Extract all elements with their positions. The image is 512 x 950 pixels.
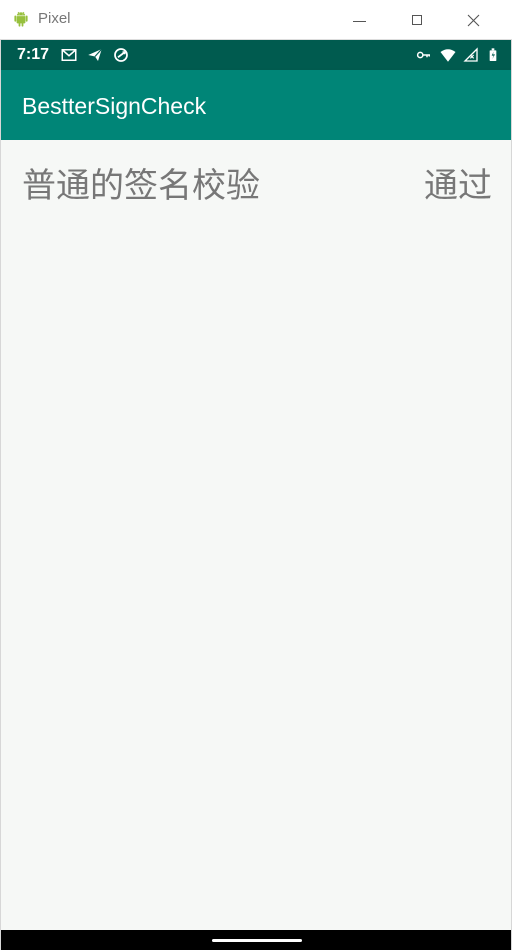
maximize-icon: [412, 15, 422, 25]
key-icon: [416, 51, 430, 59]
app-title: BestterSignCheck: [22, 93, 207, 119]
emulator-window: Pixel 7:17 BestterSignCheck 普通的签名校验 通过: [0, 0, 512, 950]
signature-check-result: 通过: [424, 166, 492, 206]
status-time: 7:17: [17, 46, 50, 63]
battery-icon: [489, 48, 497, 61]
app-bar: BestterSignCheck: [1, 70, 511, 140]
wifi-icon: [440, 49, 456, 62]
signature-check-row: 普通的签名校验 通过: [22, 164, 492, 208]
close-button[interactable]: [460, 8, 486, 32]
send-icon: [88, 48, 103, 61]
status-notification-icons: [60, 46, 130, 64]
gmail-icon: [61, 49, 77, 61]
home-indicator[interactable]: [212, 939, 302, 942]
signature-check-label: 普通的签名校验: [22, 166, 260, 206]
status-system-icons: [415, 46, 501, 64]
sync-icon: [114, 48, 128, 62]
main-content: 普通的签名校验 通过: [1, 140, 511, 932]
window-title: Pixel: [38, 10, 71, 27]
window-titlebar[interactable]: Pixel: [0, 0, 512, 40]
status-bar: 7:17: [1, 40, 511, 70]
window-title-area: Pixel: [12, 9, 71, 29]
android-screen: 7:17 BestterSignCheck 普通的签名校验 通过: [0, 40, 512, 950]
window-controls: [346, 8, 496, 32]
minimize-button[interactable]: [346, 8, 372, 32]
signal-icon: [463, 47, 478, 62]
android-icon: [14, 11, 28, 27]
close-icon: [467, 14, 479, 26]
minimize-icon: [352, 20, 366, 22]
maximize-button[interactable]: [404, 8, 430, 32]
navigation-bar: [1, 930, 511, 950]
